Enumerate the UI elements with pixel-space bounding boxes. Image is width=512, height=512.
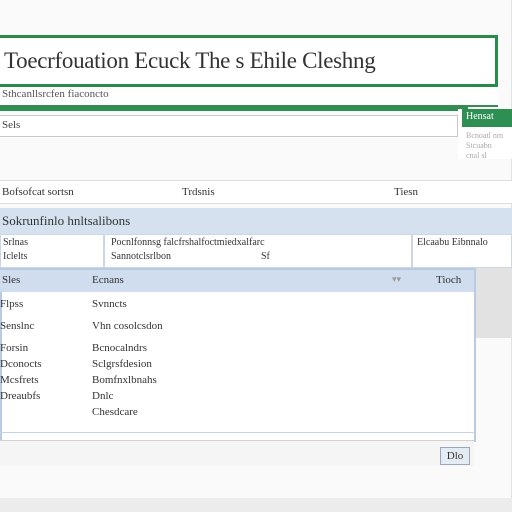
dialog-row-value[interactable]: Vhn cosolcsdon bbox=[92, 320, 163, 332]
dialog-row-key: Dconocts bbox=[0, 358, 42, 370]
dialog-row-value[interactable]: Bomfnxlbnahs bbox=[92, 374, 157, 386]
side-panel-label: Hensat bbox=[466, 111, 494, 122]
dialog-row-value[interactable]: Sclgrsfdesion bbox=[92, 358, 152, 370]
dialog bbox=[0, 268, 476, 442]
search-input-value: Sels bbox=[2, 119, 21, 131]
search-input[interactable] bbox=[0, 115, 458, 137]
dialog-header-label: Sles bbox=[2, 274, 21, 286]
table-cell[interactable]: Elcaabu Eibnnalo bbox=[412, 234, 512, 268]
dialog-row-key: Forsin bbox=[0, 342, 29, 354]
right-gutter bbox=[476, 268, 512, 338]
column-header[interactable]: Trdsnis bbox=[182, 186, 215, 198]
dialog-row-value[interactable]: Bcnocalndrs bbox=[92, 342, 147, 354]
bottom-strip bbox=[0, 498, 512, 512]
column-header[interactable]: Bofsofcat sortsn bbox=[2, 186, 74, 198]
dialog-row-key: Mcsfrets bbox=[0, 374, 39, 386]
cell-text: Elcaabu Eibnnalo bbox=[417, 237, 488, 248]
side-panel-list: Bcnoatl nm Stcuabn cnal sl bbox=[466, 131, 510, 161]
section-title: Sokrunfinlo hnltsalibons bbox=[2, 213, 131, 228]
dialog-row-value[interactable]: Svnncts bbox=[92, 298, 127, 310]
cell-text: Sf bbox=[261, 251, 270, 262]
dialog-header-label: Ecnans bbox=[92, 274, 124, 286]
column-header[interactable]: Tiesn bbox=[394, 186, 418, 198]
cell-text: Pocnlfonnsg falcfrshalfoctmiedxalfarc bbox=[111, 237, 265, 248]
dialog-row-value[interactable]: Chesdcare bbox=[92, 406, 138, 418]
ok-button[interactable]: Dlo bbox=[440, 447, 470, 465]
side-panel-line: Stcuabn bbox=[466, 141, 492, 150]
dropdown-icon[interactable]: ▾▾ bbox=[392, 274, 401, 285]
cell-text: Iclelts bbox=[3, 251, 28, 262]
accent-divider bbox=[0, 107, 468, 111]
dialog-row-key: Senslnc bbox=[0, 320, 35, 332]
side-panel-line: Bcnoatl nm bbox=[466, 131, 504, 140]
table-cell[interactable]: Pocnlfonnsg falcfrshalfoctmiedxalfarc Sa… bbox=[104, 234, 412, 268]
dialog-row-key: Flpss bbox=[0, 298, 24, 310]
divider bbox=[0, 432, 474, 433]
dialog-footer bbox=[0, 440, 474, 466]
dialog-header: Sles Ecnans ▾▾ Tioch bbox=[0, 270, 474, 292]
dialog-row-value[interactable]: Dnlc bbox=[92, 390, 113, 402]
cell-text: Sannotclsrlbon bbox=[111, 251, 171, 262]
cell-text: Srlnas bbox=[3, 237, 28, 248]
dialog-header-label: Tioch bbox=[436, 274, 462, 286]
dialog-row-key: Dreaubfs bbox=[0, 390, 41, 402]
column-header-row: Bofsofcat sortsn Trdsnis Tiesn bbox=[0, 180, 512, 204]
side-panel-line: cnal sl bbox=[466, 151, 487, 160]
subtitle-text: Sthcanllsrcfen fiaconcto bbox=[2, 88, 109, 100]
table-cell[interactable]: Srlnas Iclelts bbox=[0, 234, 104, 268]
page-title: Toecrfouation Ecuck The s Ehile Cleshng bbox=[4, 48, 376, 73]
